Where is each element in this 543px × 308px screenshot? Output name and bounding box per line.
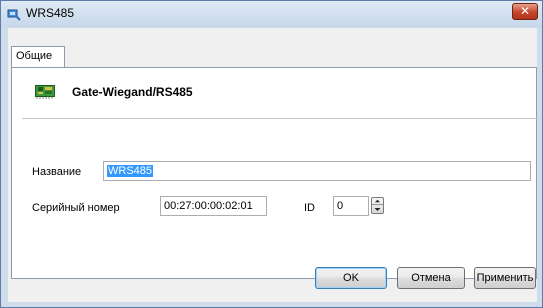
tab-page-general: Gate-Wiegand/RS485 Название WRS485 Серий… (11, 67, 538, 279)
id-input-value: 0 (337, 200, 344, 212)
close-icon: ✕ (519, 4, 531, 18)
id-input[interactable]: 0 (333, 196, 369, 216)
tab-label: Общие (16, 50, 53, 62)
id-label: ID (304, 202, 315, 214)
spin-down-icon[interactable] (372, 206, 383, 213)
board-icon (35, 85, 55, 99)
id-spinner[interactable] (371, 197, 384, 214)
device-name: Gate-Wiegand/RS485 (72, 85, 193, 99)
serial-label: Серийный номер (32, 202, 120, 214)
dialog-client: Общие Gate-Wiegand/RS485 Название WRS485… (8, 28, 538, 302)
header-divider (22, 118, 538, 119)
close-button[interactable]: ✕ (512, 3, 538, 20)
name-input[interactable]: WRS485 (103, 161, 531, 181)
apply-button[interactable]: Применить (474, 267, 536, 289)
ok-button[interactable]: OK (315, 267, 387, 289)
serial-input[interactable]: 00:27:00:00:02:01 (160, 196, 267, 216)
title-bar[interactable]: WRS485 ✕ (1, 1, 542, 27)
tab-general[interactable]: Общие (11, 46, 65, 68)
spin-up-icon[interactable] (372, 198, 383, 205)
cancel-button[interactable]: Отмена (397, 267, 465, 289)
dialog-window: WRS485 ✕ Общие Gate-Wiegand/RS485 Назван… (0, 0, 543, 308)
window-title: WRS485 (26, 6, 75, 20)
device-icon (7, 9, 21, 21)
serial-input-value: 00:27:00:00:02:01 (164, 200, 253, 212)
name-input-value: WRS485 (107, 165, 154, 177)
name-label: Название (32, 166, 82, 178)
